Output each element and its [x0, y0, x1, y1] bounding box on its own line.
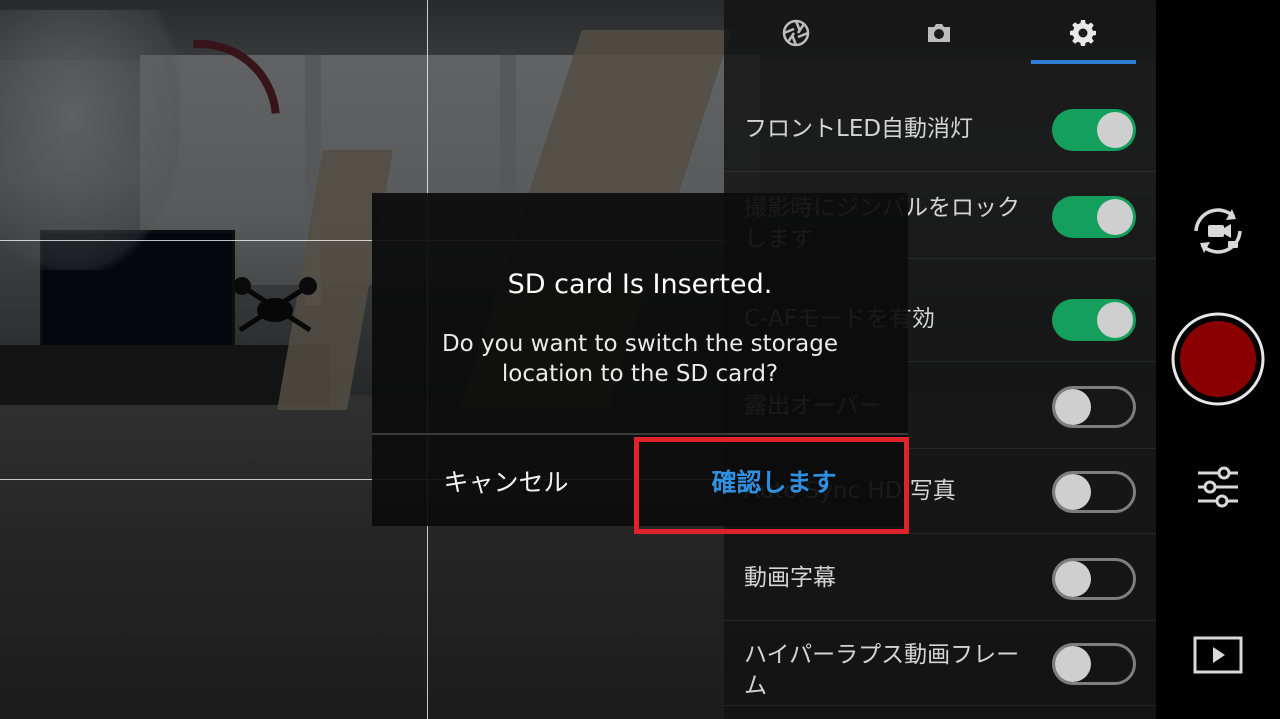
tab-aperture[interactable] — [744, 0, 848, 66]
tab-settings[interactable] — [1031, 0, 1135, 66]
setting-label: フロントLED自動消灯 — [744, 116, 974, 142]
switch-mode-button[interactable] — [1188, 205, 1248, 257]
toggle-knob — [1097, 112, 1133, 148]
toggle-knob — [1097, 302, 1133, 338]
sliders-icon — [1198, 466, 1238, 508]
switch-video-photo-icon — [1194, 208, 1242, 254]
setting-toggle[interactable] — [1052, 299, 1136, 341]
camera-control-rail — [1156, 0, 1280, 719]
playback-icon — [1193, 636, 1243, 674]
toggle-knob — [1055, 389, 1091, 425]
setting-toggle[interactable] — [1052, 386, 1136, 428]
setting-toggle[interactable] — [1052, 471, 1136, 513]
setting-row: フロントLED自動消灯 — [724, 86, 1156, 172]
tab-camera[interactable] — [887, 0, 991, 66]
setting-label: ハイパーラプス動画フレーム — [744, 642, 1020, 699]
setting-toggle[interactable] — [1052, 109, 1136, 151]
aperture-icon — [782, 19, 810, 47]
setting-row: ハイパーラプス動画フレーム — [724, 620, 1156, 706]
gear-icon — [1070, 20, 1096, 46]
toggle-knob — [1055, 474, 1091, 510]
playback-button[interactable] — [1193, 636, 1243, 674]
settings-tab-bar — [724, 0, 1156, 66]
dialog-message: Do you want to switch the storage locati… — [441, 331, 839, 387]
record-button-icon — [1171, 312, 1265, 406]
setting-toggle[interactable] — [1052, 558, 1136, 600]
toggle-knob — [1055, 561, 1091, 597]
toggle-knob — [1055, 646, 1091, 682]
camera-icon — [928, 24, 950, 42]
record-button[interactable] — [1170, 311, 1266, 407]
confirm-highlight-box — [634, 437, 909, 534]
setting-toggle[interactable] — [1052, 643, 1136, 685]
setting-row: 動画字幕 — [724, 535, 1156, 621]
cancel-button[interactable]: キャンセル — [372, 435, 640, 526]
setting-label: 動画字幕 — [744, 565, 836, 591]
toggle-knob — [1097, 199, 1133, 235]
setting-toggle[interactable] — [1052, 196, 1136, 238]
active-tab-indicator — [1031, 60, 1136, 64]
dialog-title: SD card Is Inserted. — [507, 269, 773, 300]
adjust-settings-button[interactable] — [1196, 465, 1240, 509]
